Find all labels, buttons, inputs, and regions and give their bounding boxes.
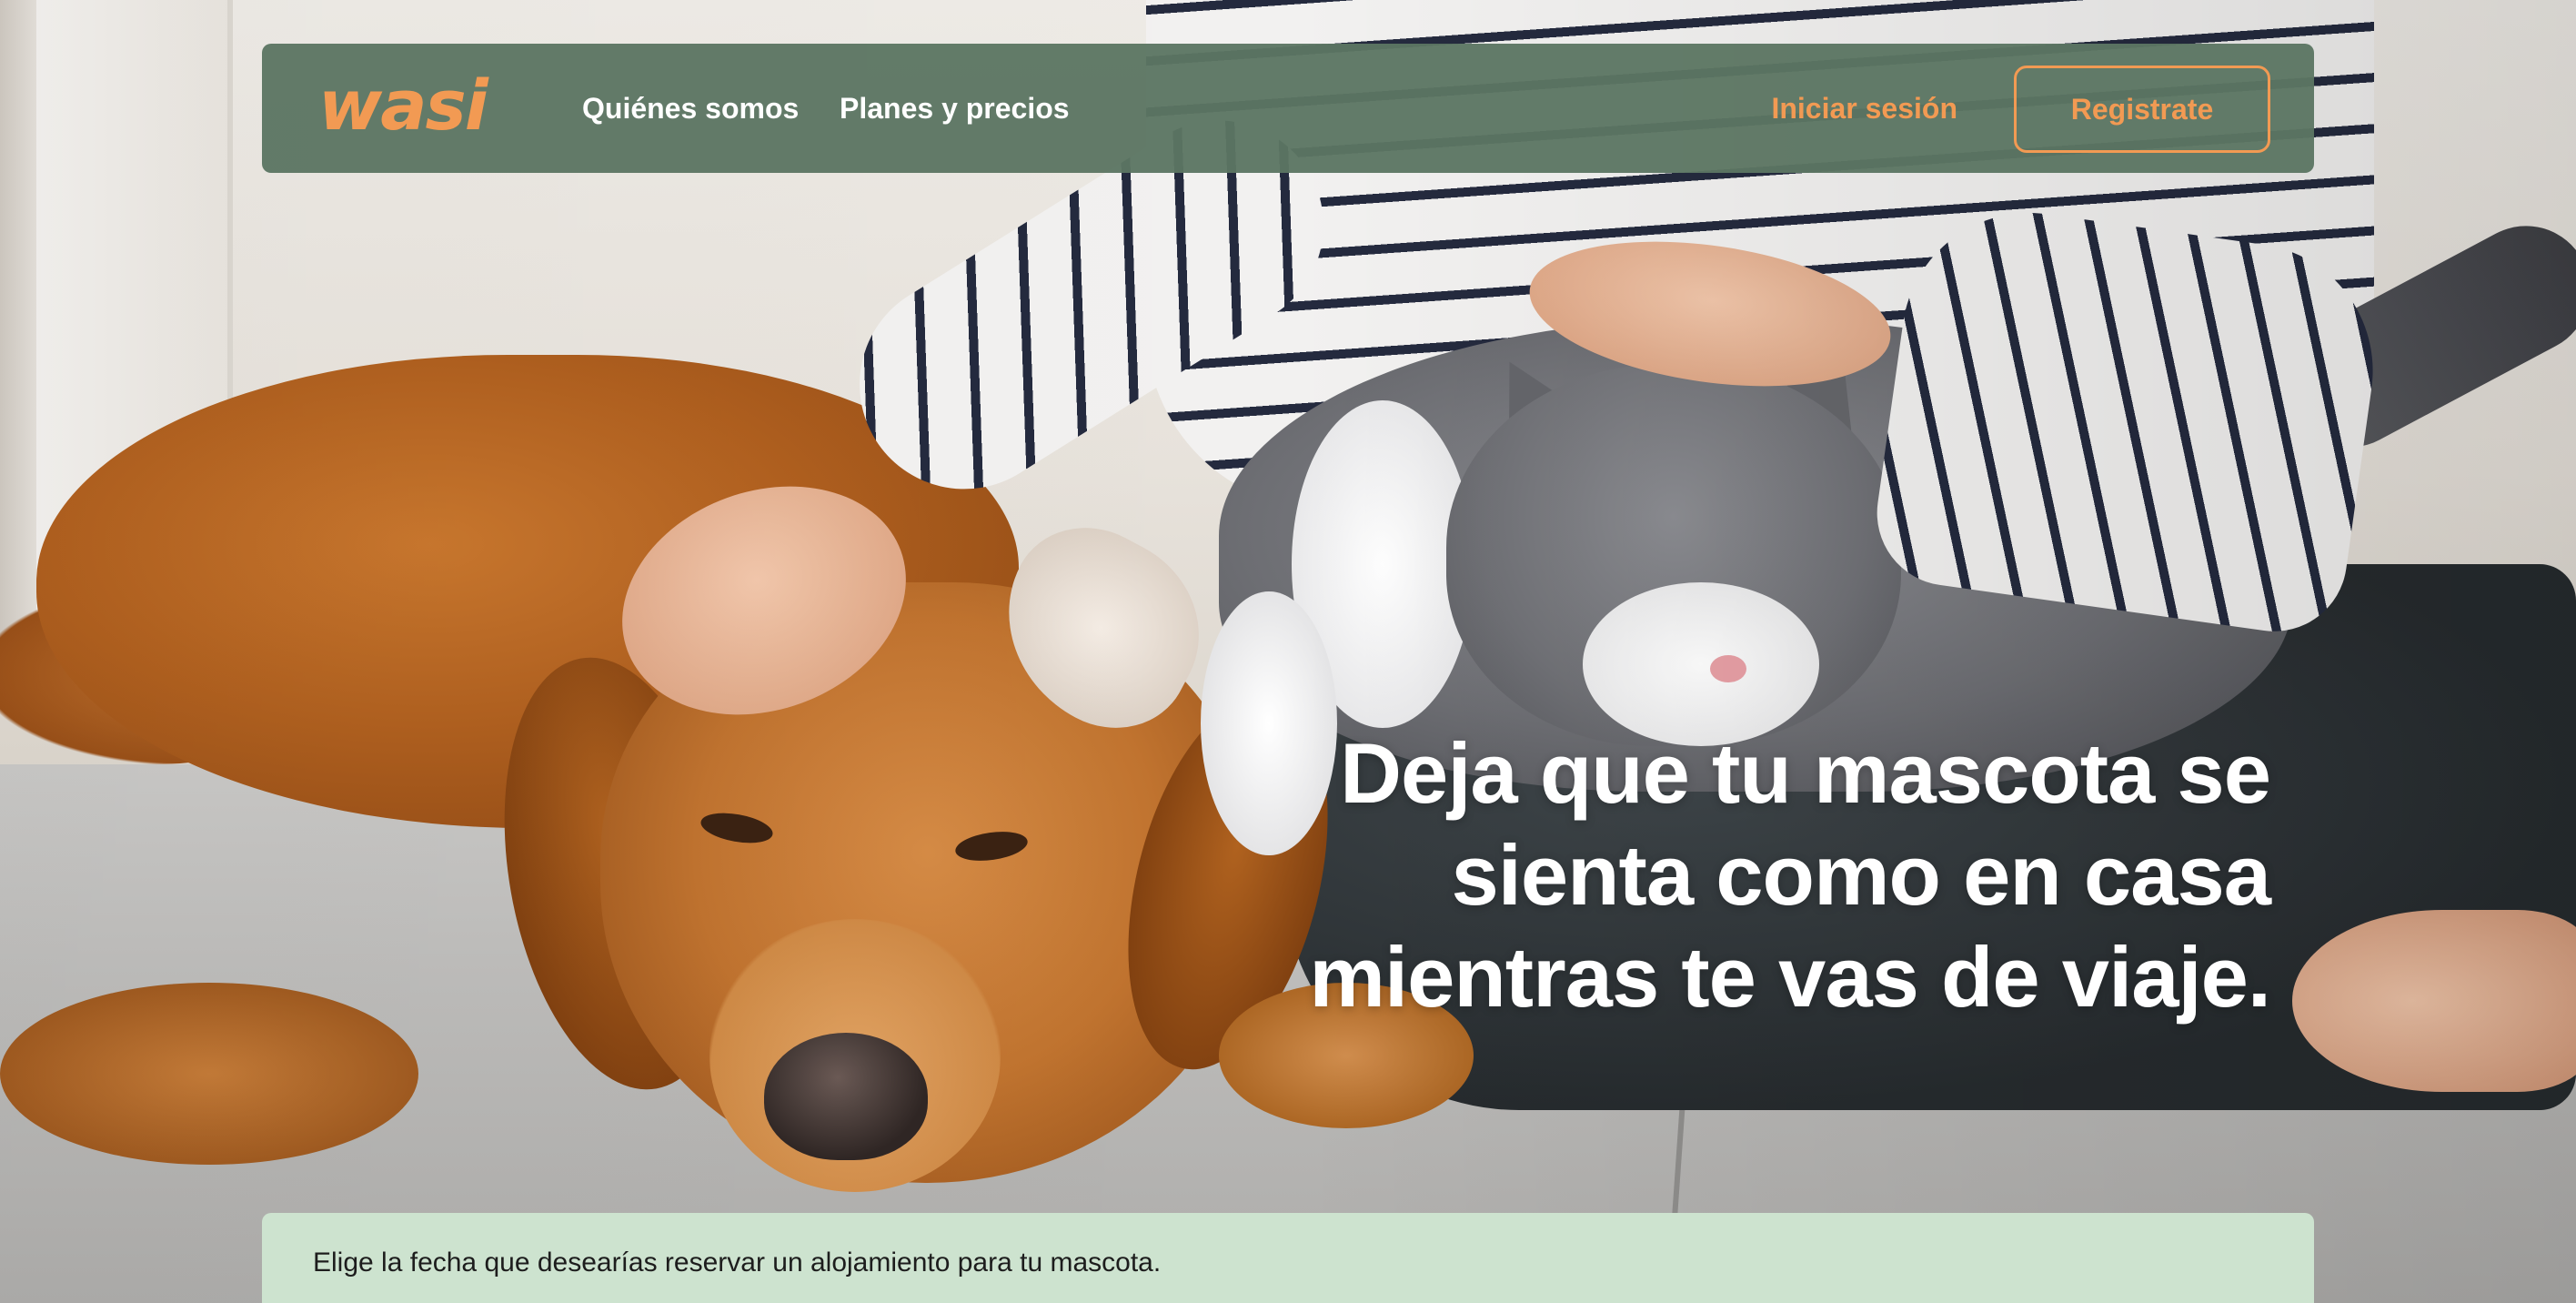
hero-headline-line: mientras te vas de viaje. <box>1309 929 2271 1025</box>
image-shade <box>0 0 2576 1303</box>
register-button[interactable]: Registrate <box>2014 66 2270 153</box>
hero-headline-line: Deja que tu mascota se <box>1340 725 2271 821</box>
hero-section: wasi Quiénes somos Planes y precios Inic… <box>0 0 2576 1303</box>
wasi-logo[interactable]: wasi <box>318 64 488 147</box>
top-navbar: wasi Quiénes somos Planes y precios Inic… <box>262 44 2314 173</box>
booking-prompt: Elige la fecha que desearías reservar un… <box>313 1247 1162 1278</box>
login-link[interactable]: Iniciar sesión <box>1771 87 1957 129</box>
nav-link-quienes-somos[interactable]: Quiénes somos <box>582 87 799 129</box>
booking-panel: Elige la fecha que desearías reservar un… <box>262 1213 2314 1303</box>
hero-headline: Deja que tu mascota se sienta como en ca… <box>1270 722 2271 1028</box>
nav-link-planes-precios[interactable]: Planes y precios <box>840 87 1070 129</box>
hero-headline-line: sienta como en casa <box>1451 827 2271 923</box>
